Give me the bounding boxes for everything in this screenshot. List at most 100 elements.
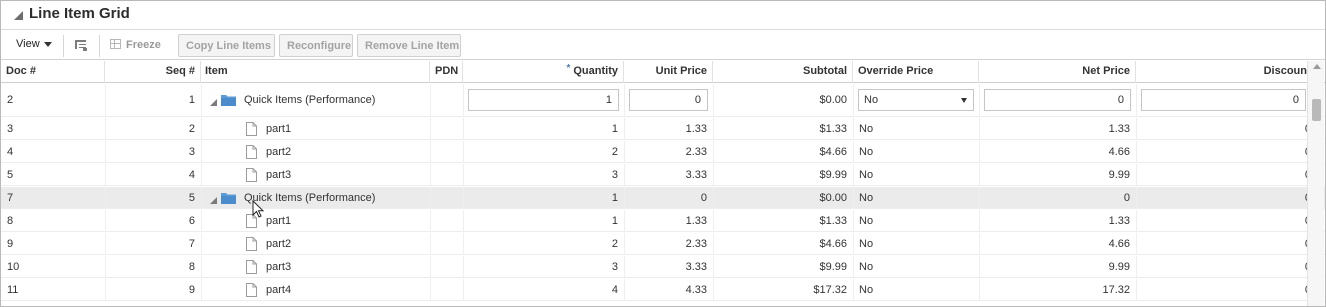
item-cell[interactable]: part2	[201, 233, 430, 254]
subtotal-cell-text: $0.00	[819, 191, 847, 204]
item-label[interactable]: part4	[266, 284, 291, 296]
column-header-item[interactable]: Item	[201, 61, 430, 83]
table-row[interactable]: 4 3 part2 2 2.33 $4.66 No 4.66 0	[1, 141, 1325, 163]
item-cell[interactable]: part4	[201, 279, 430, 300]
subtotal-cell-text: $0.00	[819, 94, 847, 106]
doc-number-cell-text: 7	[7, 191, 14, 204]
scroll-up-arrow-icon[interactable]	[1313, 64, 1321, 69]
copy-line-items-button[interactable]: Copy Line Items	[178, 34, 275, 57]
column-header-unit-price[interactable]: Unit Price	[624, 61, 713, 83]
override-price-cell-text: No	[859, 122, 874, 135]
item-label[interactable]: Quick Items (Performance)	[244, 94, 375, 106]
unit-price-cell-text: 3.33	[685, 168, 707, 181]
net-price-cell-text: 1.33	[1108, 122, 1130, 135]
subtotal-cell-text: $9.99	[819, 260, 847, 273]
unit-price-cell-text: 0	[700, 191, 707, 204]
item-cell[interactable]: part1	[201, 210, 430, 231]
quantity-cell: 1	[463, 118, 624, 139]
item-label[interactable]: part1	[266, 123, 291, 135]
item-cell[interactable]: part3	[201, 256, 430, 277]
table-row[interactable]: 3 2 part1 1 1.33 $1.33 No 1.33 0	[1, 118, 1325, 140]
item-label[interactable]: part3	[266, 261, 291, 273]
reconfigure-button[interactable]: Reconfigure	[279, 34, 353, 57]
doc-number-cell: 10	[1, 256, 105, 277]
item-cell[interactable]: part3	[201, 164, 430, 185]
doc-number-cell-text: 5	[7, 168, 14, 181]
seq-number-cell: 7	[105, 233, 201, 254]
freeze-button[interactable]: Freeze	[104, 34, 167, 57]
column-divider	[979, 84, 980, 116]
unit-price-cell: 4.33	[624, 279, 713, 300]
seq-number-cell-text: 4	[188, 168, 195, 181]
unit-price-input[interactable]: 0	[629, 89, 708, 111]
unit-price-cell: 2.33	[624, 141, 713, 162]
column-divider	[430, 118, 431, 139]
folder-icon	[221, 192, 236, 204]
folder-icon	[221, 94, 236, 106]
vertical-scrollbar[interactable]	[1307, 61, 1324, 306]
subtotal-cell: $4.66	[713, 233, 853, 254]
table-row[interactable]: 75Quick Items (Performance)10$0.00No00	[1, 187, 1325, 209]
column-header-doc[interactable]: Doc #	[1, 61, 105, 83]
freeze-columns-icon	[110, 39, 121, 49]
unit-price-cell: 1.33	[624, 118, 713, 139]
quantity-cell: 1	[463, 187, 624, 208]
column-header-pdn[interactable]: PDN	[430, 61, 463, 83]
view-menu[interactable]: View	[8, 34, 60, 56]
item-cell[interactable]: part2	[201, 141, 430, 162]
unit-price-cell: 3.33	[624, 256, 713, 277]
document-icon	[246, 259, 257, 274]
doc-number-cell: 8	[1, 210, 105, 231]
override-price-cell: No	[853, 210, 979, 231]
net-price-cell-text: 17.32	[1102, 283, 1130, 296]
override-price-select[interactable]: No	[858, 89, 974, 111]
column-header-seq[interactable]: Seq #	[105, 61, 201, 83]
table-row[interactable]: 10 8 part3 3 3.33 $9.99 No 9.99 0	[1, 256, 1325, 278]
override-price-cell-text: No	[859, 168, 874, 181]
column-header-subtotal[interactable]: Subtotal	[713, 61, 853, 83]
item-cell[interactable]: Quick Items (Performance)	[201, 84, 430, 116]
panel-header: Line Item Grid	[1, 1, 1325, 30]
quantity-input[interactable]: 1	[468, 89, 619, 111]
detach-table-icon	[71, 40, 91, 58]
table-row[interactable]: 5 4 part3 3 3.33 $9.99 No 9.99 0	[1, 164, 1325, 186]
subtotal-cell: $17.32	[713, 279, 853, 300]
seq-number-cell-text: 2	[188, 122, 195, 135]
net-price-input[interactable]: 0	[984, 89, 1131, 111]
seq-number-cell-text: 9	[188, 283, 195, 296]
collapse-triangle-icon[interactable]	[14, 11, 23, 20]
quantity-cell-text: 2	[611, 237, 618, 250]
tree-expanded-icon[interactable]	[210, 195, 217, 204]
scrollbar-thumb[interactable]	[1312, 99, 1321, 121]
quantity-header-label: Quantity	[573, 65, 618, 77]
column-header-net-price[interactable]: Net Price	[979, 61, 1136, 83]
item-cell[interactable]: part1	[201, 118, 430, 139]
item-label[interactable]: part2	[266, 146, 291, 158]
column-divider	[853, 84, 854, 116]
detach-table-button[interactable]	[71, 35, 91, 55]
item-cell[interactable]: Quick Items (Performance)	[201, 187, 430, 208]
column-header-override-price[interactable]: Override Price	[853, 61, 979, 83]
column-divider	[624, 84, 625, 116]
table-row[interactable]: 9 7 part2 2 2.33 $4.66 No 4.66 0	[1, 233, 1325, 255]
column-header-discount[interactable]: Discoun	[1136, 61, 1307, 83]
item-label[interactable]: part1	[266, 215, 291, 227]
item-label[interactable]: part3	[266, 169, 291, 181]
quantity-cell: 2	[463, 141, 624, 162]
column-header-quantity[interactable]: * Quantity	[463, 61, 624, 83]
quantity-cell-text: 1	[611, 191, 618, 204]
tree-expanded-icon[interactable]	[210, 97, 217, 106]
seq-number-cell: 3	[105, 141, 201, 162]
remove-line-item-button[interactable]: Remove Line Item	[357, 34, 461, 57]
override-price-cell-text: No	[859, 237, 874, 250]
table-row[interactable]: 2 1 Quick Items (Performance) 1 0 $0.00 No 0 0	[1, 84, 1325, 117]
table-row[interactable]: 11 9 part4 4 4.33 $17.32 No 17.32 0	[1, 279, 1325, 301]
net-price-cell: 1.33	[979, 118, 1136, 139]
doc-number-cell-text: 4	[7, 145, 14, 158]
discount-input[interactable]: 0	[1141, 89, 1306, 111]
document-icon	[246, 282, 257, 297]
item-label[interactable]: part2	[266, 238, 291, 250]
table-row[interactable]: 8 6 part1 1 1.33 $1.33 No 1.33 0	[1, 210, 1325, 232]
doc-number-cell-text: 3	[7, 122, 14, 135]
doc-number-cell: 5	[1, 164, 105, 185]
